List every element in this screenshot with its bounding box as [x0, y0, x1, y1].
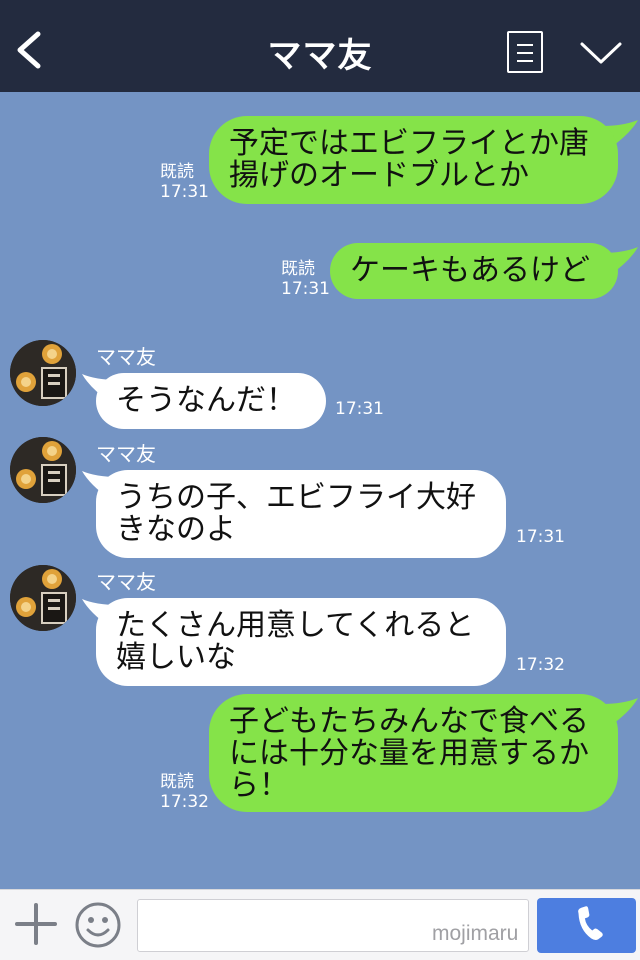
emoji-button[interactable] — [74, 901, 122, 949]
sender-name: ママ友 — [96, 570, 156, 594]
watermark: mojimaru — [432, 922, 519, 945]
sender-name: ママ友 — [96, 345, 156, 369]
message-bubble-outgoing[interactable]: 予定ではエビフライとか唐 揚げのオードブルとか — [209, 116, 618, 204]
avatar-image — [10, 565, 76, 631]
message-bubble-incoming[interactable]: うちの子、エビフライ大好 きなのよ — [96, 470, 506, 558]
message-time: 17:31 — [281, 279, 330, 299]
avatar-image — [10, 340, 76, 406]
call-button[interactable] — [537, 898, 636, 953]
chat-title: ママ友 — [267, 36, 373, 76]
read-receipt: 既読 — [160, 162, 194, 182]
message-bubble-outgoing[interactable]: ケーキもあるけど — [330, 243, 618, 299]
avatar-image — [10, 437, 76, 503]
add-attachment-button[interactable] — [14, 902, 58, 946]
message-composer — [0, 889, 640, 960]
sender-name: ママ友 — [96, 442, 156, 466]
message-time: 17:32 — [160, 792, 209, 812]
menu-button[interactable] — [507, 31, 543, 73]
list-icon — [517, 44, 533, 46]
message-bubble-outgoing[interactable]: 子どもたちみんなで食べる には十分な量を用意するか ら！ — [209, 694, 618, 812]
read-receipt: 既読 — [160, 772, 194, 792]
message-bubble-incoming[interactable]: そうなんだ！ — [96, 373, 326, 429]
message-time: 17:32 — [516, 655, 565, 675]
message-bubble-incoming[interactable]: たくさん用意してくれると 嬉しいな — [96, 598, 506, 686]
message-time: 17:31 — [335, 399, 384, 419]
read-receipt: 既読 — [281, 259, 315, 279]
plus-icon — [15, 903, 57, 945]
phone-icon — [578, 906, 603, 941]
contact-avatar[interactable] — [10, 437, 76, 503]
more-options-button[interactable] — [578, 38, 624, 68]
message-time: 17:31 — [516, 527, 565, 547]
chevron-down-icon — [580, 42, 622, 64]
chat-area[interactable]: 予定ではエビフライとか唐 揚げのオードブルとか 既読 17:31 ケーキもあるけ… — [0, 92, 640, 889]
contact-avatar[interactable] — [10, 340, 76, 406]
chat-header: ママ友 — [0, 0, 640, 92]
smiley-icon — [75, 902, 121, 948]
message-time: 17:31 — [160, 182, 209, 202]
contact-avatar[interactable] — [10, 565, 76, 631]
